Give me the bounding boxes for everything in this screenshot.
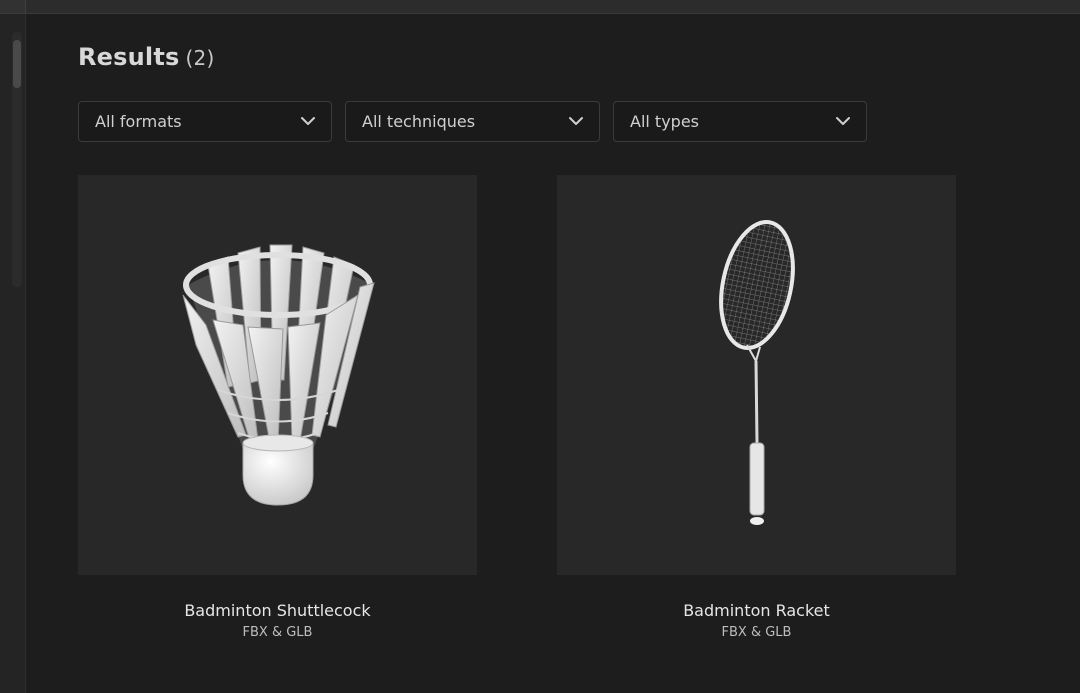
scrollbar-thumb[interactable] bbox=[13, 40, 21, 88]
top-bar bbox=[0, 0, 1080, 14]
technique-filter-label: All techniques bbox=[362, 112, 476, 131]
results-title-text: Results bbox=[78, 43, 180, 71]
chevron-down-icon bbox=[836, 117, 850, 125]
type-filter-dropdown[interactable]: All types bbox=[613, 101, 867, 142]
result-formats: FBX & GLB bbox=[242, 625, 313, 640]
result-card-racket[interactable] bbox=[557, 175, 956, 575]
results-count: (2) bbox=[185, 46, 215, 70]
left-panel bbox=[0, 14, 26, 693]
result-title[interactable]: Badminton Shuttlecock bbox=[78, 601, 477, 620]
result-title[interactable]: Badminton Racket bbox=[557, 601, 956, 620]
page-title: Results (2) bbox=[78, 43, 214, 71]
type-filter-label: All types bbox=[630, 112, 699, 131]
top-bar-segment bbox=[0, 0, 26, 13]
result-card-shuttlecock[interactable] bbox=[78, 175, 477, 575]
chevron-down-icon bbox=[301, 117, 315, 125]
racket-icon bbox=[719, 220, 795, 525]
format-filter-label: All formats bbox=[95, 112, 182, 131]
format-filter-dropdown[interactable]: All formats bbox=[78, 101, 332, 142]
scrollbar[interactable] bbox=[12, 32, 22, 287]
chevron-down-icon bbox=[569, 117, 583, 125]
result-formats: FBX & GLB bbox=[721, 625, 792, 640]
technique-filter-dropdown[interactable]: All techniques bbox=[345, 101, 600, 142]
shuttlecock-icon bbox=[182, 244, 375, 506]
